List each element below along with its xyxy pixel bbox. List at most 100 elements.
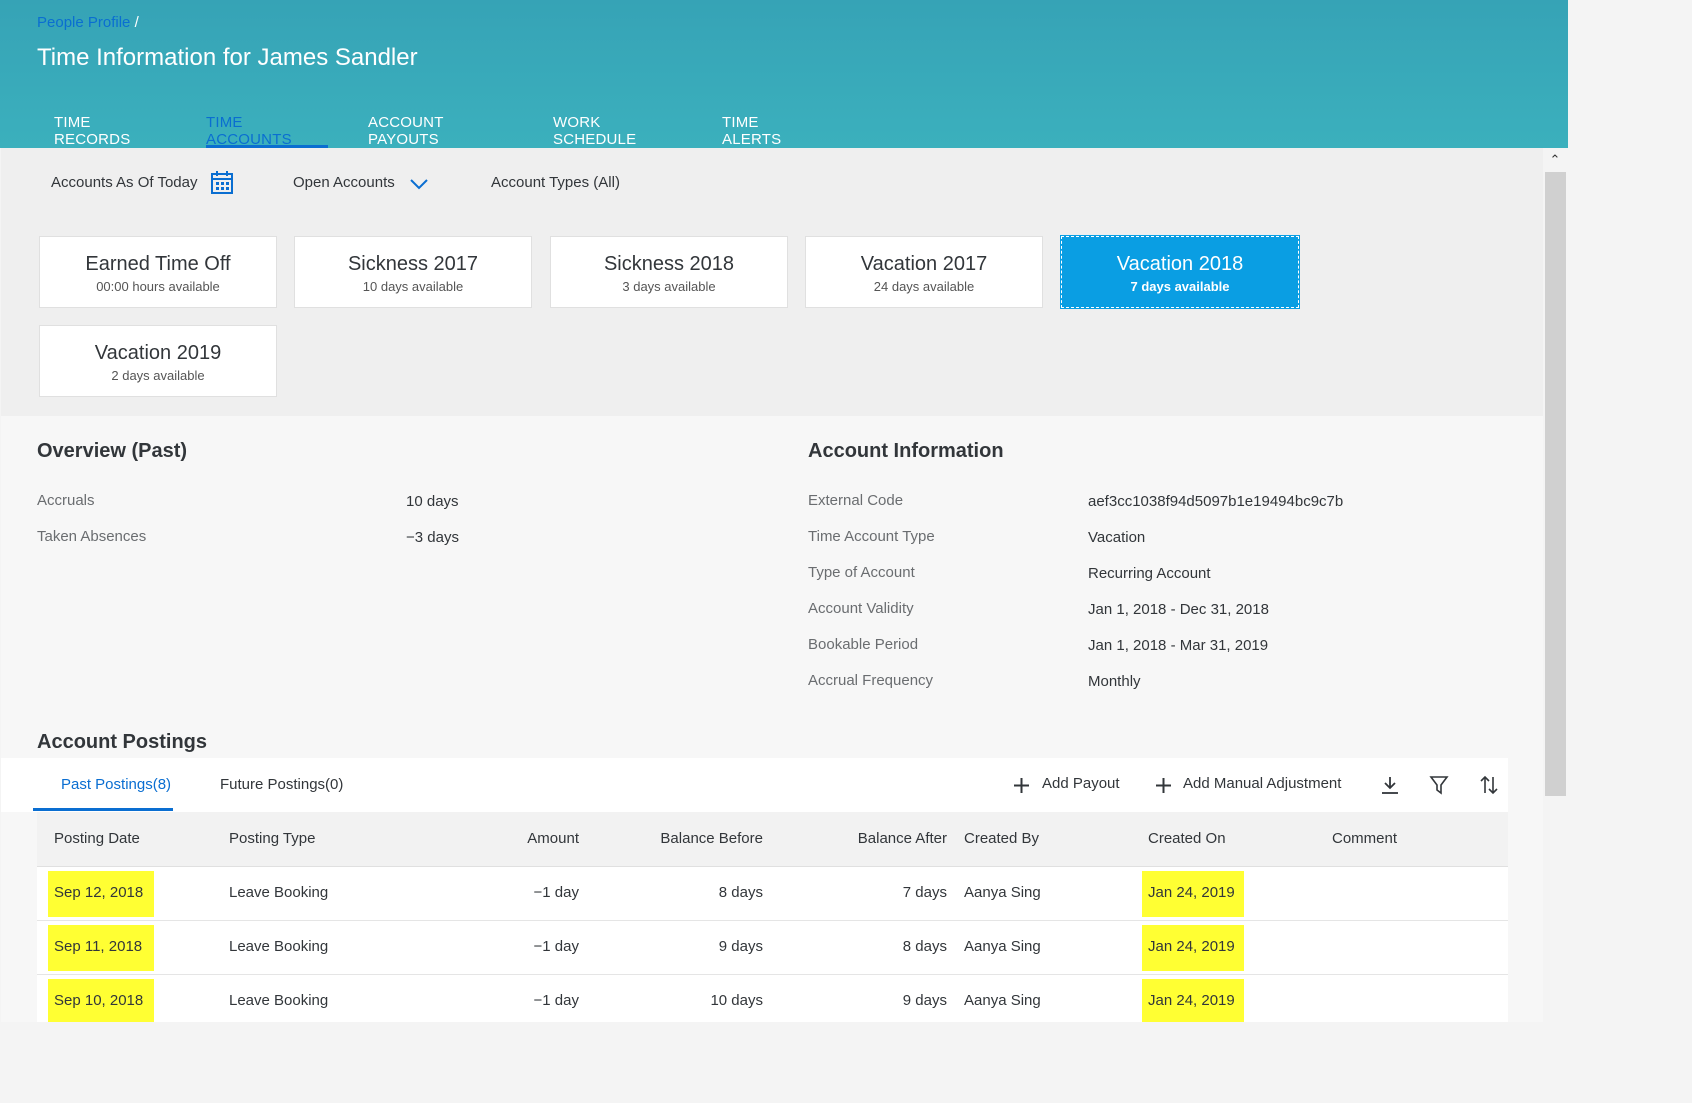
account-tile-sickness-2017[interactable]: Sickness 2017 10 days available	[294, 236, 532, 308]
overview-label: Accruals	[37, 492, 95, 509]
cell-amount: −1 day	[533, 884, 579, 901]
tile-availability: 24 days available	[873, 279, 975, 294]
info-value: aef3cc1038f94d5097b1e19494bc9c7b	[1088, 493, 1344, 510]
account-tile-sickness-2018[interactable]: Sickness 2018 3 days available	[550, 236, 788, 308]
cell-balance-before: 9 days	[718, 938, 763, 955]
cell-posting-date: Sep 12, 2018	[54, 884, 144, 901]
plus-icon[interactable]	[1013, 777, 1030, 794]
account-types-filter[interactable]: Account Types (All)	[491, 174, 620, 191]
tile-name: Sickness 2018	[603, 253, 735, 275]
cell-posting-date: Sep 11, 2018	[54, 938, 143, 955]
scrollbar-thumb[interactable]	[1545, 172, 1566, 796]
cell-posting-type: Leave Booking	[229, 992, 329, 1009]
info-label: Account Validity	[808, 600, 914, 617]
tile-name: Vacation 2018	[1116, 253, 1244, 275]
column-header-created-by[interactable]: Created By	[964, 830, 1039, 847]
info-value: Jan 1, 2018 - Mar 31, 2019	[1088, 637, 1269, 654]
tab-time-records[interactable]: TIME RECORDS	[54, 114, 130, 148]
cell-amount: −1 day	[533, 938, 579, 955]
info-value: Vacation	[1088, 529, 1146, 546]
account-info-title: Account Information	[808, 440, 1004, 462]
cell-balance-before: 8 days	[718, 884, 763, 901]
breadcrumb-separator: /	[134, 14, 139, 31]
tile-name: Vacation 2019	[94, 342, 222, 364]
tile-availability: 10 days available	[362, 279, 464, 294]
open-accounts-select[interactable]: Open Accounts	[293, 174, 395, 191]
add-payout-button[interactable]: Add Payout	[1042, 775, 1120, 792]
tile-availability: 2 days available	[111, 368, 205, 383]
cell-created-on: Jan 24, 2019	[1148, 992, 1235, 1009]
cell-balance-before: 10 days	[710, 992, 763, 1009]
tab-time-alerts[interactable]: TIME ALERTS	[722, 114, 781, 148]
cell-balance-after: 8 days	[902, 938, 947, 955]
account-tile-vacation-2017[interactable]: Vacation 2017 24 days available	[805, 236, 1043, 308]
chevron-down-icon[interactable]	[409, 178, 429, 190]
active-postings-tab-indicator	[33, 808, 173, 811]
cell-posting-date: Sep 10, 2018	[54, 992, 144, 1009]
tab-past-postings[interactable]: Past Postings(8)	[61, 776, 171, 793]
info-label: Bookable Period	[808, 636, 919, 653]
tile-name: Vacation 2017	[860, 253, 988, 275]
cell-created-by: Aanya Sing	[964, 884, 1041, 901]
overview-value: −3 days	[406, 529, 459, 546]
cell-created-on: Jan 24, 2019	[1148, 938, 1235, 955]
tab-work-schedule[interactable]: WORK SCHEDULE	[553, 114, 636, 148]
postings-table-header: Posting Date Posting Type Amount Balance…	[37, 812, 1508, 867]
tile-availability: 7 days available	[1130, 279, 1230, 294]
download-icon[interactable]	[1380, 775, 1400, 795]
cell-balance-after: 9 days	[902, 992, 947, 1009]
filter-icon[interactable]	[1429, 775, 1449, 795]
tile-availability: 3 days available	[622, 279, 716, 294]
account-tile-vacation-2018[interactable]: Vacation 2018 7 days available	[1060, 235, 1300, 309]
table-row[interactable]: Sep 10, 2018 Leave Booking −1 day 10 day…	[37, 975, 1508, 1022]
tab-time-accounts[interactable]: TIME ACCOUNTS	[206, 114, 292, 148]
sort-icon[interactable]	[1478, 775, 1500, 795]
column-header-balance-before[interactable]: Balance Before	[627, 830, 763, 847]
info-label: Type of Account	[808, 564, 915, 581]
overview-value: 10 days	[406, 493, 459, 510]
cell-created-by: Aanya Sing	[964, 938, 1041, 955]
cell-posting-type: Leave Booking	[229, 938, 329, 955]
cell-created-on: Jan 24, 2019	[1148, 884, 1235, 901]
tile-availability: 00:00 hours available	[96, 279, 220, 294]
column-header-balance-after[interactable]: Balance After	[827, 830, 947, 847]
table-row[interactable]: Sep 12, 2018 Leave Booking −1 day 8 days…	[37, 867, 1508, 921]
breadcrumb-link-people-profile[interactable]: People Profile	[37, 14, 130, 31]
cell-balance-after: 7 days	[902, 884, 947, 901]
add-manual-adjustment-button[interactable]: Add Manual Adjustment	[1183, 775, 1341, 792]
postings-toolbar: Past Postings(8) Future Postings(0) Add …	[1, 758, 1508, 812]
account-tile-vacation-2019[interactable]: Vacation 2019 2 days available	[39, 325, 277, 397]
tab-future-postings[interactable]: Future Postings(0)	[220, 776, 343, 793]
column-header-created-on[interactable]: Created On	[1148, 830, 1226, 847]
tab-account-payouts[interactable]: ACCOUNT PAYOUTS	[368, 114, 443, 148]
postings-title: Account Postings	[37, 731, 208, 753]
scroll-up-icon[interactable]: ⌃	[1549, 153, 1561, 166]
cell-created-by: Aanya Sing	[964, 992, 1041, 1009]
breadcrumb: People Profile /	[37, 14, 139, 31]
overview-label: Taken Absences	[37, 528, 147, 545]
info-value: Monthly	[1088, 673, 1141, 690]
tile-name: Earned Time Off	[85, 253, 231, 275]
column-header-posting-date[interactable]: Posting Date	[54, 830, 140, 847]
table-row[interactable]: Sep 11, 2018 Leave Booking −1 day 9 days…	[37, 921, 1508, 975]
column-header-posting-type[interactable]: Posting Type	[229, 830, 315, 847]
info-label: Time Account Type	[808, 528, 935, 545]
as-of-date-label[interactable]: Accounts As Of Today	[51, 174, 197, 191]
vertical-scrollbar[interactable]: ⌃	[1543, 148, 1568, 1022]
page-title: Time Information for James Sandler	[37, 44, 418, 71]
calendar-icon[interactable]	[211, 170, 233, 194]
accounts-filter-area: Accounts As Of Today Open Accounts Accou…	[1, 148, 1543, 416]
info-label: Accrual Frequency	[808, 672, 934, 689]
cell-posting-type: Leave Booking	[229, 884, 329, 901]
column-header-amount[interactable]: Amount	[477, 830, 579, 847]
plus-icon[interactable]	[1155, 777, 1172, 794]
info-label: External Code	[808, 492, 904, 509]
column-header-comment[interactable]: Comment	[1332, 830, 1397, 847]
tile-name: Sickness 2017	[347, 253, 479, 275]
account-tile-earned-time-off[interactable]: Earned Time Off 00:00 hours available	[39, 236, 277, 308]
cell-amount: −1 day	[533, 992, 579, 1009]
overview-title: Overview (Past)	[37, 440, 188, 462]
page-header: People Profile / Time Information for Ja…	[0, 0, 1568, 148]
info-value: Jan 1, 2018 - Dec 31, 2018	[1088, 601, 1269, 618]
info-value: Recurring Account	[1088, 565, 1211, 582]
